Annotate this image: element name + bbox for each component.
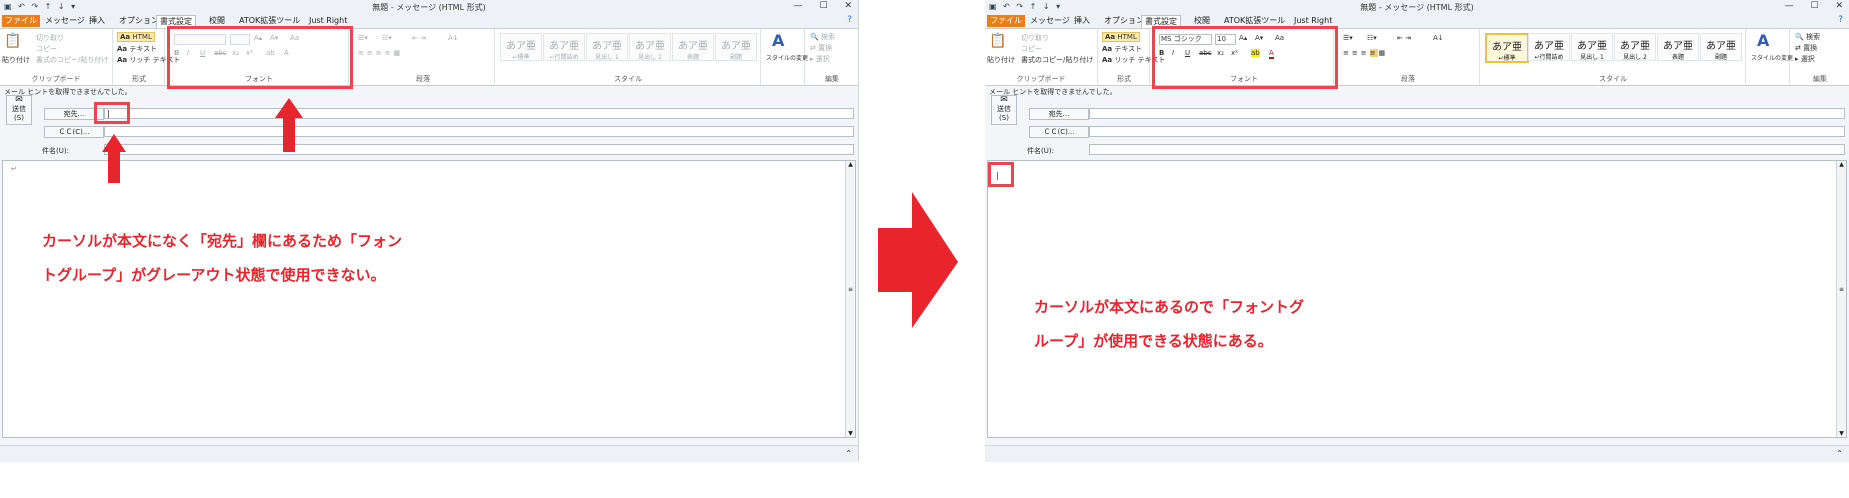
cc-button[interactable]: ＣＣ(C)... [1029, 126, 1089, 138]
big-right-arrow [878, 192, 958, 328]
send-button[interactable]: ✉ 送信 (S) [991, 95, 1017, 125]
to-field[interactable] [1089, 108, 1845, 119]
body-cursor-highlight [988, 162, 1014, 187]
caption-right-line2: ループ」が使用できる状態にある。 [1034, 332, 1273, 350]
tab-file[interactable]: ファイル [987, 15, 1025, 27]
change-styles-label[interactable]: スタイルの変更 [1751, 53, 1793, 62]
up-arrow-font-left [275, 98, 303, 152]
indent-icon[interactable]: ⇤ ⇥ [1397, 34, 1411, 42]
tab-insert[interactable]: 挿入 [1071, 15, 1093, 27]
up-arrow-to-left [102, 134, 126, 183]
html-format-button[interactable]: Aa HTML [1102, 32, 1140, 42]
find-button[interactable]: 🔍 検索 [1795, 32, 1820, 42]
style-no-spacing[interactable]: あア亜 ↵行間詰め [1528, 33, 1570, 61]
format-group: Aa HTML Aa テキスト Aa リッチ テキスト 形式 [1099, 29, 1165, 85]
cc-field[interactable] [1089, 126, 1845, 137]
style-subtitle[interactable]: あア亜 副題 [1700, 33, 1742, 61]
paragraph-group-label: 段落 [1401, 75, 1415, 83]
replace-button[interactable]: ⇄ 置換 [1795, 43, 1817, 53]
change-styles-icon[interactable]: A [1757, 31, 1769, 50]
paragraph-group: ☰▾ ☷▾ ⇤ ⇥ A↓ ≡≡≡≡▦ 段落 [1337, 29, 1480, 85]
style-title[interactable]: あア亜 表題 [1657, 33, 1699, 61]
format-painter-button[interactable]: 書式のコピー/貼り付け [1021, 55, 1093, 65]
status-bar: ⌃ [985, 445, 1849, 462]
caption-right: カーソルが本文にあるので「フォントグ ループ」が使用できる状態にある。 [1034, 290, 1304, 358]
caption-right-line1: カーソルが本文にあるので「フォントグ [1034, 298, 1305, 316]
select-button[interactable]: ▸ 選択 [1795, 54, 1815, 64]
tab-message[interactable]: メッセージ [1027, 15, 1073, 27]
help-icon[interactable]: ? [1838, 15, 1843, 25]
caption-left-line2: トグループ」がグレーアウト状態で使用できない。 [42, 266, 386, 284]
style-heading-1[interactable]: あア亜 見出し 1 [1571, 33, 1613, 61]
format-group-label: 形式 [1117, 75, 1131, 83]
expand-icon[interactable]: ⌃ [1836, 449, 1843, 458]
outlook-window-after: ▣ ↶ ↷ ↑ ↓ ▾ 無題 - メッセージ (HTML 形式) — ☐ ✕ フ… [985, 0, 1849, 462]
font-group-highlight [1152, 26, 1338, 89]
title-bar: ▣ ↶ ↷ ↑ ↓ ▾ 無題 - メッセージ (HTML 形式) — ☐ ✕ [985, 0, 1849, 14]
window-title: 無題 - メッセージ (HTML 形式) [1360, 3, 1474, 12]
ribbon-tabs: ファイル メッセージ 挿入 オプション 書式設定 校閲 ATOK拡張ツール Ju… [985, 14, 1849, 29]
numbering-icon[interactable]: ☷▾ [1367, 34, 1377, 42]
change-styles-group: A スタイルの変更 [1749, 29, 1793, 85]
clipboard-group-label: クリップボード [1016, 75, 1066, 83]
style-normal[interactable]: あア亜 ↵標準 [1485, 33, 1529, 63]
caption-left-line1: カーソルが本文になく「宛先」欄にあるため「フォン [42, 232, 403, 250]
to-button[interactable]: 宛先... [1029, 108, 1089, 120]
body-scrollbar[interactable]: ▲ ≡ ▼ [1836, 161, 1846, 437]
close-icon[interactable]: ✕ [1835, 1, 1843, 11]
minimize-icon[interactable]: — [1785, 1, 1794, 11]
maximize-icon[interactable]: ☐ [1811, 1, 1819, 11]
paste-label[interactable]: 貼り付け [987, 55, 1015, 65]
copy-button[interactable]: コピー [1021, 44, 1042, 54]
align-icons[interactable]: ≡≡≡≡▦ [1343, 49, 1388, 57]
style-group: あア亜 ↵標準 あア亜 ↵行間詰め あア亜 見出し 1 あア亜 見出し 2 あア亜 表題 … [1481, 29, 1746, 85]
clipboard-group: 📋 貼り付け 切り取り コピー 書式のコピー/貼り付け クリップボード [985, 29, 1098, 85]
style-heading-2[interactable]: あア亜 見出し 2 [1614, 33, 1656, 61]
sort-icon[interactable]: A↓ [1433, 34, 1444, 42]
subject-label: 件名(U): [1027, 147, 1054, 155]
cut-button[interactable]: 切り取り [1021, 33, 1049, 43]
text-format-button[interactable]: Aa テキスト [1102, 44, 1142, 54]
ribbon: 📋 貼り付け 切り取り コピー 書式のコピー/貼り付け クリップボード Aa H… [985, 29, 1849, 86]
edit-group: 🔍 検索 ⇄ 置換 ▸ 選択 編集 [1791, 29, 1849, 85]
caption-left: カーソルが本文になく「宛先」欄にあるため「フォン トグループ」がグレーアウト状態… [42, 224, 402, 292]
edit-group-label: 編集 [1813, 75, 1827, 83]
window-controls: — ☐ ✕ [1771, 1, 1843, 11]
paste-icon[interactable]: 📋 [989, 33, 1006, 49]
style-group-label: スタイル [1599, 75, 1627, 83]
bullets-icon[interactable]: ☰▾ [1343, 34, 1353, 42]
subject-field[interactable] [1089, 144, 1845, 155]
mail-tips-bar: メール ヒントを取得できませんでした。 [989, 88, 1117, 96]
